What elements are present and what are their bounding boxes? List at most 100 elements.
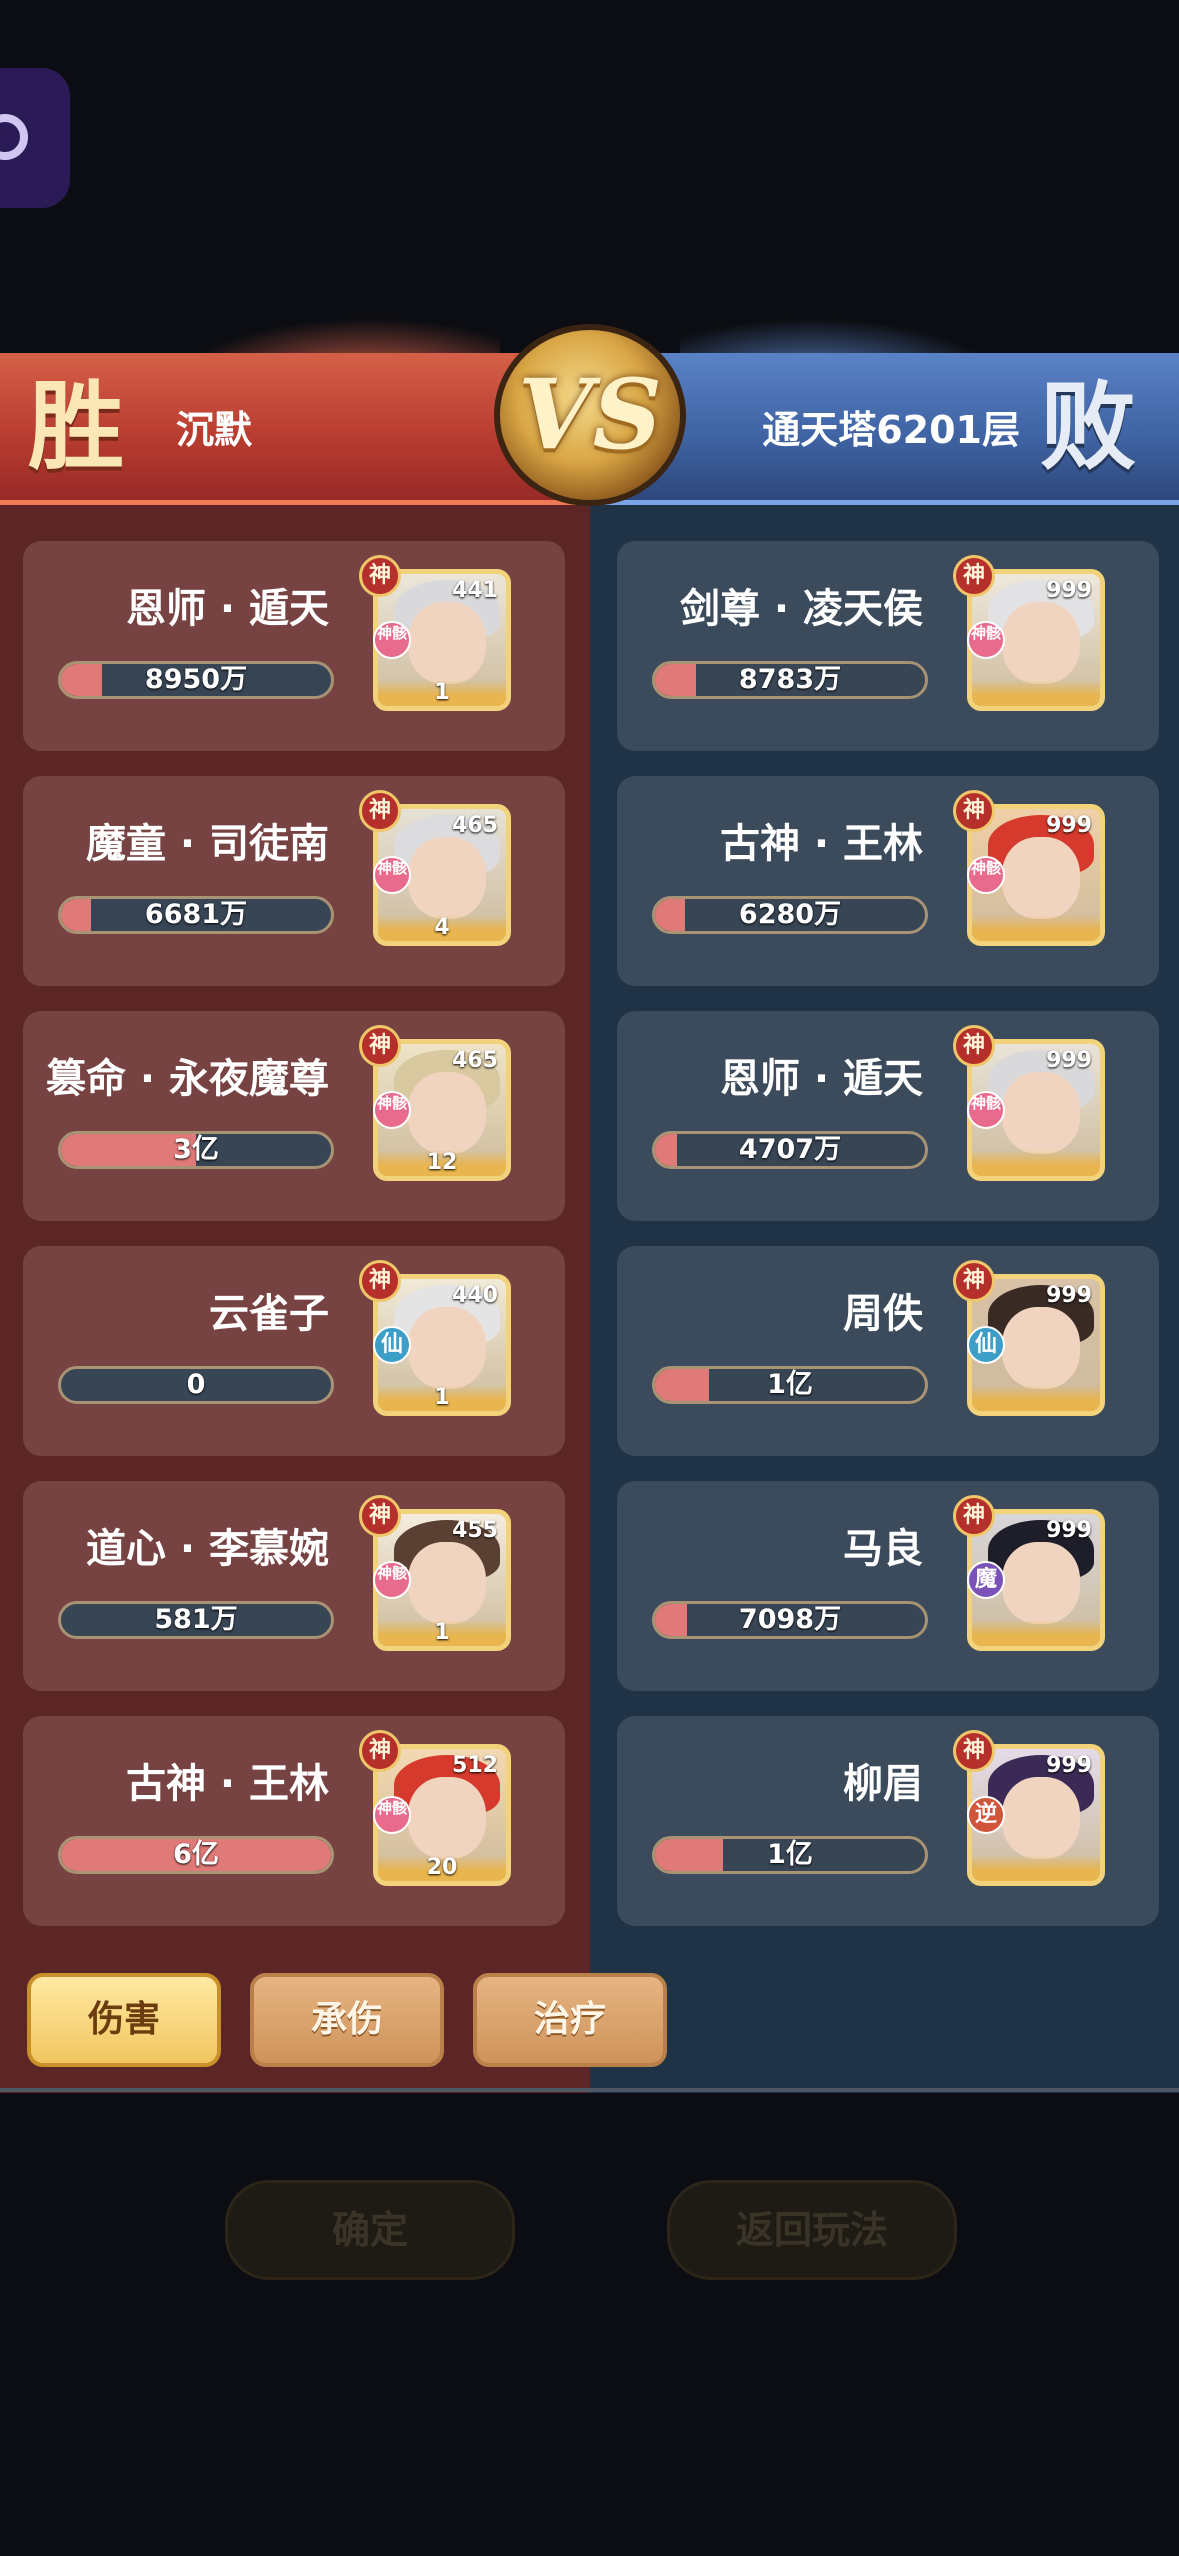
faction-badge: 神骸 — [967, 1091, 1005, 1129]
hero-power: 455 — [452, 1518, 498, 1543]
faction-badge: 神骸 — [373, 621, 411, 659]
damage-bar: 7098万 — [652, 1601, 928, 1639]
damage-value: 1亿 — [767, 1369, 813, 1400]
left-hero-card[interactable]: 云雀子 0 440 1 神仙 — [23, 1246, 565, 1456]
hero-power: 999 — [1046, 1048, 1092, 1073]
damage-bar: 4707万 — [652, 1131, 928, 1169]
damage-value: 0 — [186, 1369, 206, 1400]
right-hero-card[interactable]: 周佚 1亿 999 神仙 — [617, 1246, 1159, 1456]
god-rank-badge: 神 — [953, 555, 995, 597]
faction-badge: 逆 — [967, 1796, 1005, 1834]
right-hero-card[interactable]: 马良 7098万 999 神魔 — [617, 1481, 1159, 1691]
damage-value: 8950万 — [144, 664, 248, 695]
god-rank-badge: 神 — [359, 790, 401, 832]
left-hero-card[interactable]: 道心 · 李慕婉 581万 455 1 神神骸 — [23, 1481, 565, 1691]
faction-badge: 神骸 — [373, 1561, 411, 1599]
hero-name: 柳眉 — [843, 1761, 923, 1807]
right-hero-card[interactable]: 恩师 · 遁天 4707万 999 神神骸 — [617, 1011, 1159, 1221]
hero-name: 道心 · 李慕婉 — [85, 1526, 329, 1572]
win-label: 胜 — [28, 370, 124, 483]
faction-badge: 神骸 — [967, 856, 1005, 894]
hero-star-level: 12 — [426, 1150, 458, 1175]
tab-healing[interactable]: 治疗 — [473, 1973, 667, 2067]
faction-badge: 魔 — [967, 1561, 1005, 1599]
hero-star-level: 1 — [434, 680, 450, 705]
right-hero-card[interactable]: 剑尊 · 凌天侯 8783万 999 神神骸 — [617, 541, 1159, 751]
left-hero-card[interactable]: 篡命 · 永夜魔尊 3亿 465 12 神神骸 — [23, 1011, 565, 1221]
left-hero-card[interactable]: 魔童 · 司徒南 6681万 465 4 神神骸 — [23, 776, 565, 986]
hero-star-level: 4 — [434, 915, 450, 940]
damage-value: 6280万 — [738, 899, 842, 930]
hero-power: 465 — [452, 813, 498, 838]
right-hero-card[interactable]: 古神 · 王林 6280万 999 神神骸 — [617, 776, 1159, 986]
right-hero-card[interactable]: 柳眉 1亿 999 神逆 — [617, 1716, 1159, 1926]
right-player-name: 通天塔6201层 — [762, 408, 1020, 452]
damage-bar: 6亿 — [58, 1836, 334, 1874]
damage-bar: 8783万 — [652, 661, 928, 699]
damage-value: 581万 — [154, 1604, 238, 1635]
damage-value: 1亿 — [767, 1839, 813, 1870]
hero-name: 剑尊 · 凌天侯 — [679, 586, 923, 632]
damage-bar: 1亿 — [652, 1836, 928, 1874]
left-hero-card[interactable]: 古神 · 王林 6亿 512 20 神神骸 — [23, 1716, 565, 1926]
tab-damage[interactable]: 伤害 — [27, 1973, 221, 2067]
god-rank-badge: 神 — [953, 1495, 995, 1537]
hero-power: 440 — [452, 1283, 498, 1308]
hero-power: 999 — [1046, 1753, 1092, 1778]
hero-power: 999 — [1046, 1283, 1092, 1308]
hero-name: 恩师 · 遁天 — [125, 586, 329, 632]
hero-name: 恩师 · 遁天 — [719, 1056, 923, 1102]
hero-power: 999 — [1046, 1518, 1092, 1543]
damage-value: 7098万 — [738, 1604, 842, 1635]
damage-bar: 6280万 — [652, 896, 928, 934]
damage-bar: 1亿 — [652, 1366, 928, 1404]
hero-name: 古神 · 王林 — [125, 1761, 329, 1807]
faction-badge: 神骸 — [373, 1796, 411, 1834]
exit-button[interactable] — [0, 68, 70, 208]
damage-bar: 0 — [58, 1366, 334, 1404]
lose-label: 败 — [1040, 370, 1136, 483]
damage-bar: 6681万 — [58, 896, 334, 934]
hero-name: 篡命 · 永夜魔尊 — [45, 1056, 329, 1102]
hero-power: 512 — [452, 1753, 498, 1778]
back-to-mode-button[interactable]: 返回玩法 — [667, 2180, 957, 2280]
god-rank-badge: 神 — [953, 1025, 995, 1067]
faction-badge: 仙 — [967, 1326, 1005, 1364]
hero-name: 马良 — [843, 1526, 923, 1572]
hero-name: 古神 · 王林 — [719, 821, 923, 867]
god-rank-badge: 神 — [953, 790, 995, 832]
god-rank-badge: 神 — [359, 1260, 401, 1302]
hero-power: 999 — [1046, 813, 1092, 838]
hero-power: 999 — [1046, 578, 1092, 603]
hero-power: 441 — [452, 578, 498, 603]
hero-name: 魔童 · 司徒南 — [85, 821, 329, 867]
damage-value: 6亿 — [173, 1839, 219, 1870]
hero-name: 周佚 — [843, 1291, 923, 1337]
damage-value: 4707万 — [738, 1134, 842, 1165]
god-rank-badge: 神 — [953, 1260, 995, 1302]
god-rank-badge: 神 — [359, 1495, 401, 1537]
vs-label: VS — [518, 358, 662, 471]
god-rank-badge: 神 — [359, 1730, 401, 1772]
damage-value: 6681万 — [144, 899, 248, 930]
damage-value: 3亿 — [173, 1134, 219, 1165]
tab-damage-taken[interactable]: 承伤 — [250, 1973, 444, 2067]
confirm-button[interactable]: 确定 — [225, 2180, 515, 2280]
damage-bar: 581万 — [58, 1601, 334, 1639]
damage-value: 8783万 — [738, 664, 842, 695]
exit-icon — [0, 114, 28, 160]
hero-star-level: 1 — [434, 1620, 450, 1645]
hero-name: 云雀子 — [209, 1291, 329, 1337]
faction-badge: 神骸 — [373, 1091, 411, 1129]
damage-bar: 3亿 — [58, 1131, 334, 1169]
hero-star-level: 1 — [434, 1385, 450, 1410]
hero-star-level: 20 — [426, 1855, 458, 1880]
faction-badge: 神骸 — [373, 856, 411, 894]
god-rank-badge: 神 — [359, 555, 401, 597]
left-hero-card[interactable]: 恩师 · 遁天 8950万 441 1 神神骸 — [23, 541, 565, 751]
hero-power: 465 — [452, 1048, 498, 1073]
faction-badge: 神骸 — [967, 621, 1005, 659]
god-rank-badge: 神 — [953, 1730, 995, 1772]
god-rank-badge: 神 — [359, 1025, 401, 1067]
left-player-name: 沉默 — [176, 408, 253, 452]
